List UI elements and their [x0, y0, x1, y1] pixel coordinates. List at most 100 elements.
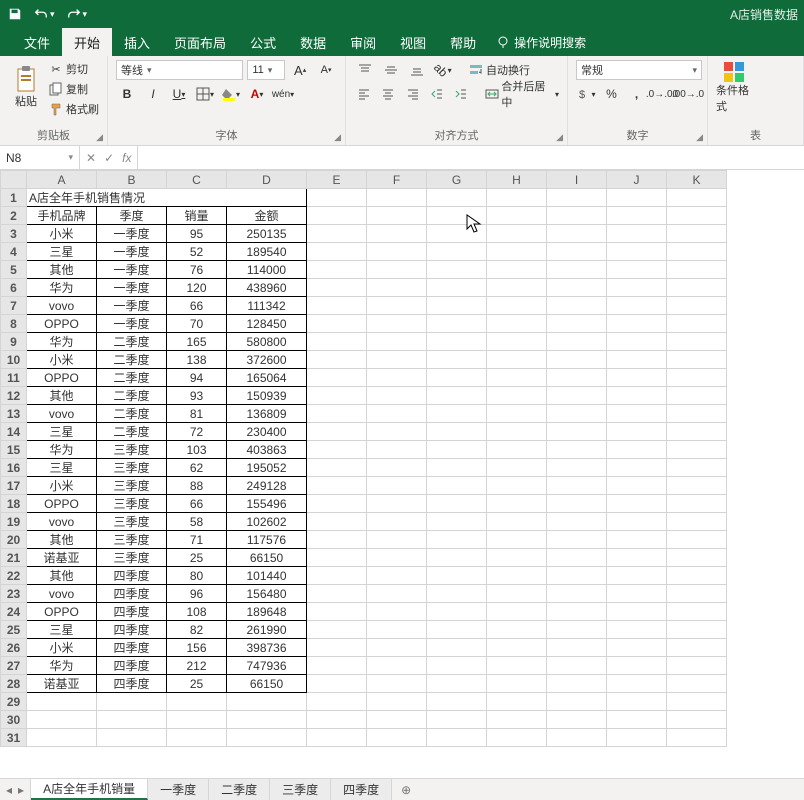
accept-formula-icon[interactable]: ✓ [104, 151, 114, 165]
cell-G23[interactable] [427, 585, 487, 603]
cell-A3[interactable]: 小米 [27, 225, 97, 243]
cell-D16[interactable]: 195052 [227, 459, 307, 477]
sheet-tab-四季度[interactable]: 四季度 [331, 779, 392, 800]
cell-G26[interactable] [427, 639, 487, 657]
cell-A7[interactable]: vovo [27, 297, 97, 315]
cell-A8[interactable]: OPPO [27, 315, 97, 333]
cell-E21[interactable] [307, 549, 367, 567]
chevron-down-icon[interactable]: ▾ [268, 65, 273, 76]
cell-K14[interactable] [667, 423, 727, 441]
cell-H22[interactable] [487, 567, 547, 585]
cell-F14[interactable] [367, 423, 427, 441]
dialog-launcher-icon[interactable]: ◢ [96, 132, 103, 143]
cell-E27[interactable] [307, 657, 367, 675]
cell-B11[interactable]: 二季度 [97, 369, 167, 387]
cut-button[interactable]: ✂剪切 [48, 60, 99, 78]
cell-F24[interactable] [367, 603, 427, 621]
row-header-31[interactable]: 31 [1, 729, 27, 747]
row-header-1[interactable]: 1 [1, 189, 27, 207]
cell-H28[interactable] [487, 675, 547, 693]
cell-H31[interactable] [487, 729, 547, 747]
cell-F12[interactable] [367, 387, 427, 405]
cell-K8[interactable] [667, 315, 727, 333]
cell-A4[interactable]: 三星 [27, 243, 97, 261]
cell-J16[interactable] [607, 459, 667, 477]
cell-B7[interactable]: 一季度 [97, 297, 167, 315]
cell-C18[interactable]: 66 [167, 495, 227, 513]
cell-F23[interactable] [367, 585, 427, 603]
cell-D26[interactable]: 398736 [227, 639, 307, 657]
cell-K19[interactable] [667, 513, 727, 531]
cell-D17[interactable]: 249128 [227, 477, 307, 495]
cell-A18[interactable]: OPPO [27, 495, 97, 513]
tab-数据[interactable]: 数据 [288, 28, 338, 56]
cell-F7[interactable] [367, 297, 427, 315]
cell-F28[interactable] [367, 675, 427, 693]
decrease-indent-button[interactable] [427, 84, 447, 104]
cell-A1[interactable]: A店全年手机销售情况 [27, 189, 307, 207]
cell-D15[interactable]: 403863 [227, 441, 307, 459]
cell-J31[interactable] [607, 729, 667, 747]
cell-C9[interactable]: 165 [167, 333, 227, 351]
col-header-D[interactable]: D [227, 171, 307, 189]
cell-I2[interactable] [547, 207, 607, 225]
cell-J9[interactable] [607, 333, 667, 351]
cell-E18[interactable] [307, 495, 367, 513]
cell-J5[interactable] [607, 261, 667, 279]
align-bottom-button[interactable] [406, 60, 428, 80]
cell-I22[interactable] [547, 567, 607, 585]
cell-G8[interactable] [427, 315, 487, 333]
cell-I3[interactable] [547, 225, 607, 243]
col-header-F[interactable]: F [367, 171, 427, 189]
tab-开始[interactable]: 开始 [62, 28, 112, 56]
cell-K17[interactable] [667, 477, 727, 495]
cell-B3[interactable]: 一季度 [97, 225, 167, 243]
cell-I24[interactable] [547, 603, 607, 621]
sheet-tab-二季度[interactable]: 二季度 [209, 779, 270, 800]
cell-I5[interactable] [547, 261, 607, 279]
cell-E11[interactable] [307, 369, 367, 387]
cell-F19[interactable] [367, 513, 427, 531]
cell-F30[interactable] [367, 711, 427, 729]
cell-J27[interactable] [607, 657, 667, 675]
cell-J13[interactable] [607, 405, 667, 423]
cell-E26[interactable] [307, 639, 367, 657]
cancel-formula-icon[interactable]: ✕ [86, 151, 96, 165]
row-header-19[interactable]: 19 [1, 513, 27, 531]
cell-I31[interactable] [547, 729, 607, 747]
cell-C22[interactable]: 80 [167, 567, 227, 585]
cell-C13[interactable]: 81 [167, 405, 227, 423]
cell-G2[interactable] [427, 207, 487, 225]
cell-G24[interactable] [427, 603, 487, 621]
sheet-tab-A店全年手机销量[interactable]: A店全年手机销量 [31, 779, 148, 800]
cell-I10[interactable] [547, 351, 607, 369]
cell-G12[interactable] [427, 387, 487, 405]
cell-I9[interactable] [547, 333, 607, 351]
cell-A24[interactable]: OPPO [27, 603, 97, 621]
cell-A21[interactable]: 诺基亚 [27, 549, 97, 567]
underline-button[interactable]: U▾ [168, 84, 190, 104]
cell-A11[interactable]: OPPO [27, 369, 97, 387]
cell-F25[interactable] [367, 621, 427, 639]
cell-B22[interactable]: 四季度 [97, 567, 167, 585]
cell-I15[interactable] [547, 441, 607, 459]
cell-J30[interactable] [607, 711, 667, 729]
cell-H30[interactable] [487, 711, 547, 729]
cell-I7[interactable] [547, 297, 607, 315]
cell-K2[interactable] [667, 207, 727, 225]
cell-C6[interactable]: 120 [167, 279, 227, 297]
cell-H5[interactable] [487, 261, 547, 279]
cell-F13[interactable] [367, 405, 427, 423]
cell-B16[interactable]: 三季度 [97, 459, 167, 477]
cell-D12[interactable]: 150939 [227, 387, 307, 405]
cell-K20[interactable] [667, 531, 727, 549]
cell-F29[interactable] [367, 693, 427, 711]
cell-G18[interactable] [427, 495, 487, 513]
cell-G4[interactable] [427, 243, 487, 261]
cell-H1[interactable] [487, 189, 547, 207]
cell-A16[interactable]: 三星 [27, 459, 97, 477]
cell-K7[interactable] [667, 297, 727, 315]
cell-E15[interactable] [307, 441, 367, 459]
cell-C5[interactable]: 76 [167, 261, 227, 279]
cell-K30[interactable] [667, 711, 727, 729]
